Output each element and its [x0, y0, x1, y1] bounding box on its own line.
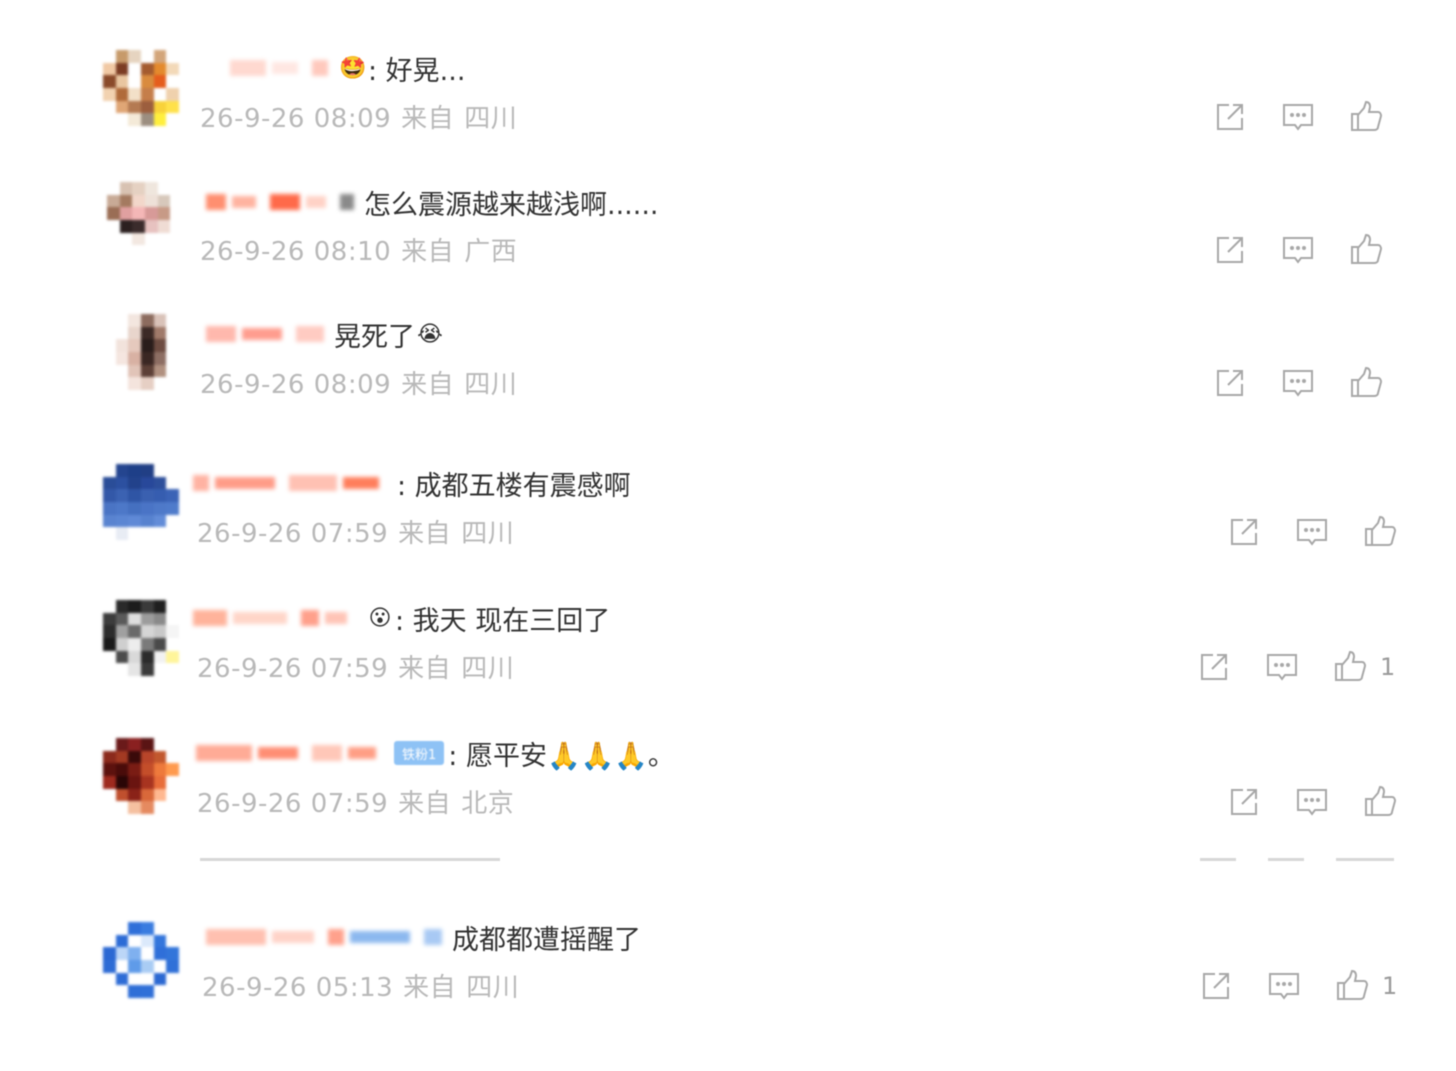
- comment-text: 晃死了: [334, 321, 415, 353]
- location-text: 四川: [461, 519, 515, 549]
- avatar[interactable]: [103, 738, 179, 814]
- comment-line: 😮: 我天 现在三回了: [193, 598, 610, 638]
- comment-icon: [1265, 650, 1299, 684]
- username-masked[interactable]: [206, 326, 330, 342]
- comment-line: : 成都五楼有震感啊: [193, 463, 631, 503]
- share-icon: [1227, 515, 1261, 549]
- like-icon: [1363, 515, 1397, 549]
- avatar[interactable]: [103, 314, 179, 390]
- comment-meta: 26-9-26 08:09 来自 四川: [200, 364, 517, 401]
- comment-item: 成都都遭摇醒了 26-9-26 05:13 来自 四川 1: [0, 0, 1456, 1003]
- timestamp: 26-9-26 08:09: [200, 370, 392, 400]
- like-icon: [1333, 650, 1367, 684]
- share-icon: [1227, 785, 1261, 819]
- comment-line: 怎么震源越来越浅啊......: [206, 182, 659, 222]
- share-button[interactable]: [1198, 968, 1234, 1004]
- fan-badge: 铁粉1: [394, 741, 445, 765]
- like-button[interactable]: [1362, 514, 1398, 550]
- share-icon: [1199, 969, 1233, 1003]
- timestamp: 26-9-26 07:59: [197, 789, 389, 819]
- share-button[interactable]: [1226, 784, 1262, 820]
- username-masked[interactable]: [206, 929, 448, 945]
- comment-icon: [1281, 366, 1315, 400]
- comment-actions: 1: [1198, 968, 1397, 1004]
- source-label: 来自: [398, 789, 452, 819]
- like-button[interactable]: [1348, 232, 1384, 268]
- like-count: 1: [1380, 653, 1396, 681]
- like-button[interactable]: [1332, 649, 1368, 685]
- comment-actions: [1212, 232, 1384, 268]
- username-masked[interactable]: [193, 610, 361, 626]
- comment-meta: 26-9-26 07:59 来自 北京: [197, 783, 514, 820]
- share-icon: [1197, 650, 1231, 684]
- like-icon: [1349, 233, 1383, 267]
- timestamp: 26-9-26 07:59: [197, 519, 389, 549]
- emoji-icon: 😭: [417, 321, 443, 347]
- comment-text: 成都都遭摇醒了: [452, 924, 641, 956]
- comment-line: 铁粉1: 愿平安🙏🙏🙏。: [196, 733, 675, 773]
- comment-actions: 1: [1196, 649, 1395, 685]
- timestamp: 26-9-26 08:10: [200, 237, 392, 267]
- like-count: 1: [1382, 972, 1398, 1000]
- username-masked[interactable]: [196, 745, 390, 761]
- source-label: 来自: [398, 519, 452, 549]
- comment-icon: [1295, 515, 1329, 549]
- avatar[interactable]: [103, 464, 179, 540]
- comment-actions: [1212, 365, 1384, 401]
- comment-icon: [1267, 969, 1301, 1003]
- comment-meta: 26-9-26 05:13 来自 四川: [202, 967, 519, 1004]
- location-text: 四川: [466, 973, 520, 1003]
- comment-text: : 愿平安🙏🙏🙏。: [448, 740, 675, 772]
- avatar[interactable]: [107, 182, 183, 258]
- reply-button[interactable]: [1294, 784, 1330, 820]
- username-masked[interactable]: [193, 475, 393, 491]
- share-button[interactable]: [1196, 649, 1232, 685]
- source-label: 来自: [401, 237, 455, 267]
- share-button[interactable]: [1212, 232, 1248, 268]
- avatar[interactable]: [103, 600, 179, 676]
- comment-actions: [1226, 784, 1398, 820]
- location-text: 四川: [464, 370, 518, 400]
- timestamp: 26-9-26 05:13: [202, 973, 394, 1003]
- like-icon: [1363, 785, 1397, 819]
- username-masked[interactable]: [206, 194, 360, 210]
- comment-line: 晃死了 😭: [206, 314, 445, 354]
- location-text: 广西: [464, 237, 518, 267]
- clipped-comment-row: [190, 852, 1400, 862]
- comment-icon: [1295, 785, 1329, 819]
- reply-button[interactable]: [1266, 968, 1302, 1004]
- share-button[interactable]: [1226, 514, 1262, 550]
- like-icon: [1335, 969, 1369, 1003]
- reply-button[interactable]: [1294, 514, 1330, 550]
- share-button[interactable]: [1212, 365, 1248, 401]
- comment-actions: [1226, 514, 1398, 550]
- source-label: 来自: [401, 370, 455, 400]
- comment-text: : 成都五楼有震感啊: [397, 470, 631, 502]
- comment-meta: 26-9-26 08:10 来自 广西: [200, 231, 517, 268]
- comment-text: : 我天 现在三回了: [395, 605, 611, 637]
- comment-meta: 26-9-26 07:59 来自 四川: [197, 648, 514, 685]
- share-icon: [1213, 366, 1247, 400]
- source-label: 来自: [398, 654, 452, 684]
- location-text: 北京: [461, 789, 515, 819]
- comment-text: 怎么震源越来越浅啊......: [364, 189, 659, 221]
- comment-line: 成都都遭摇醒了: [206, 917, 641, 957]
- avatar[interactable]: [103, 922, 179, 998]
- reply-button[interactable]: [1280, 365, 1316, 401]
- comment-icon: [1281, 233, 1315, 267]
- like-icon: [1349, 366, 1383, 400]
- emoji-icon: 😮: [368, 605, 392, 631]
- like-button[interactable]: [1348, 365, 1384, 401]
- comment-meta: 26-9-26 07:59 来自 四川: [197, 513, 514, 550]
- like-button[interactable]: [1362, 784, 1398, 820]
- location-text: 四川: [461, 654, 515, 684]
- reply-button[interactable]: [1264, 649, 1300, 685]
- reply-button[interactable]: [1280, 232, 1316, 268]
- like-button[interactable]: [1334, 968, 1370, 1004]
- source-label: 来自: [403, 973, 457, 1003]
- timestamp: 26-9-26 07:59: [197, 654, 389, 684]
- share-icon: [1213, 233, 1247, 267]
